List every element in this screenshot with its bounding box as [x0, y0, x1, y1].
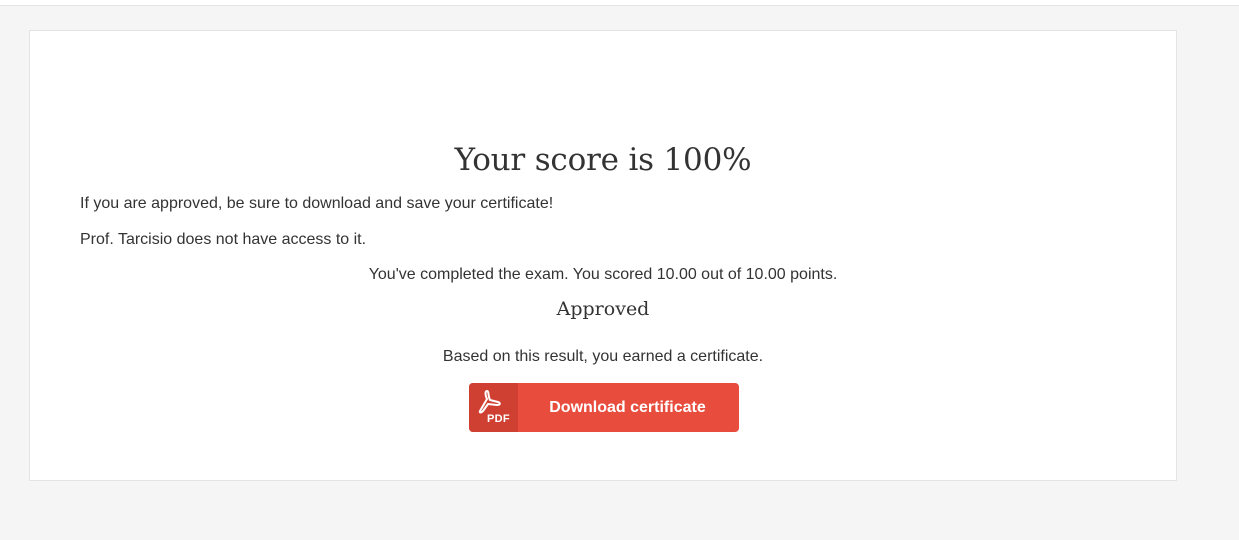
acrobat-logo-icon [478, 390, 501, 414]
score-heading: Your score is 100% [454, 142, 752, 178]
completion-summary: You've completed the exam. You scored 10… [368, 266, 838, 283]
access-note: Prof. Tarcisio does not have access to i… [80, 231, 367, 248]
pdf-icon-text: PDF [487, 413, 510, 425]
certificate-earned-text: Based on this result, you earned a certi… [442, 348, 764, 365]
approval-instruction: If you are approved, be sure to download… [80, 195, 554, 212]
top-header-strip [0, 0, 1239, 6]
exam-result-card: Your score is 100% If you are approved, … [29, 30, 1177, 481]
status-label: Approved [556, 298, 650, 320]
download-certificate-button[interactable]: PDF Download certificate [469, 383, 739, 432]
pdf-icon: PDF [469, 383, 518, 432]
download-certificate-label: Download certificate [549, 399, 706, 416]
